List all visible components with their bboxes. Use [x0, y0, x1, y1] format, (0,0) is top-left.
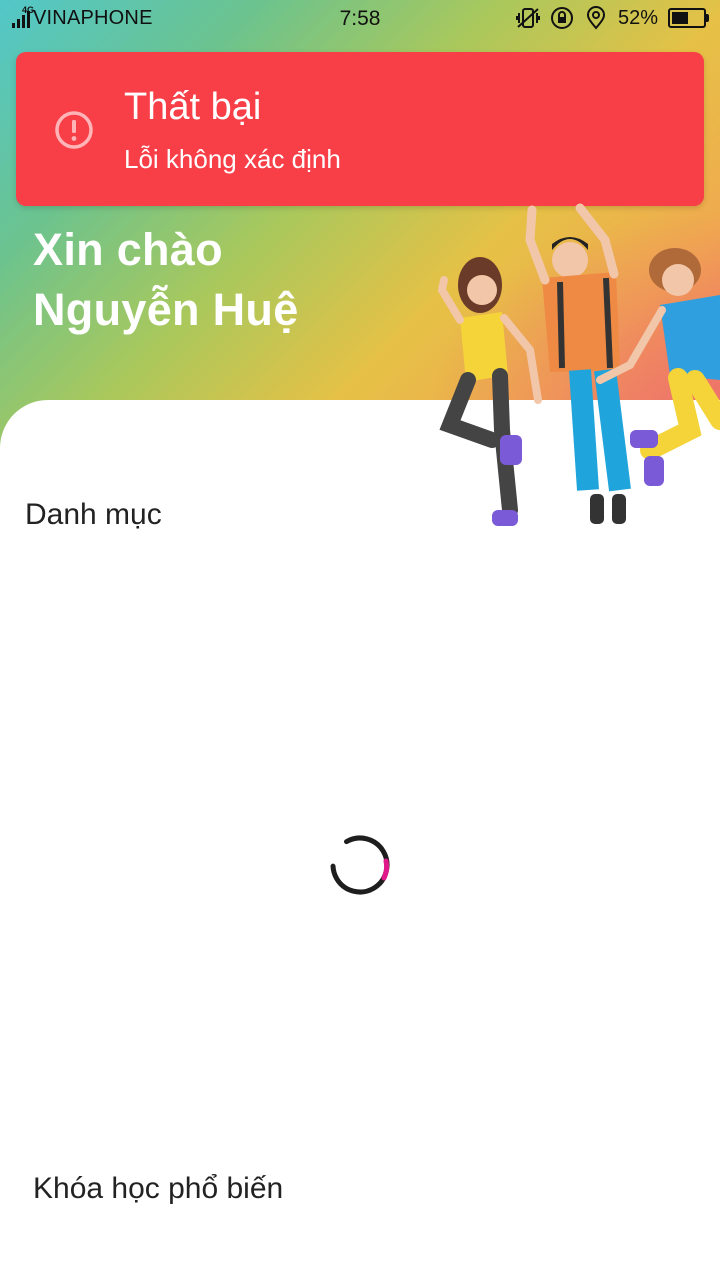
vibrate-icon [515, 6, 540, 30]
location-icon [584, 6, 608, 30]
rotation-lock-icon [550, 6, 574, 30]
user-name: Nguyễn Huệ [33, 284, 299, 335]
status-right: 52% [515, 6, 709, 30]
toast-message: Lỗi không xác định [124, 144, 341, 174]
alert-circle-icon [55, 111, 93, 149]
toast-title: Thất bại [124, 86, 262, 128]
battery-percent: 52% [617, 6, 658, 29]
status-bar: 4G VINAPHONE 7:58 52% [0, 0, 720, 38]
section-title-popular-courses: Khóa học phổ biến [33, 1172, 284, 1205]
battery-icon [668, 8, 709, 28]
loading-spinner-icon [330, 835, 390, 895]
greeting-line: Xin chào [33, 224, 223, 275]
error-toast[interactable]: Thất bại Lỗi không xác định [16, 52, 704, 206]
jumping-students-illustration [437, 203, 720, 526]
section-title-categories: Danh mục [25, 498, 162, 531]
